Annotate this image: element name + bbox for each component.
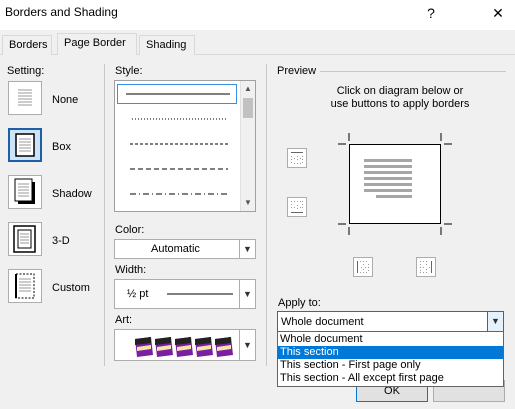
width-combo[interactable]: ½ pt ▼ [114, 279, 256, 309]
preview-instruction-1: Click on diagram below or [336, 85, 464, 97]
style-dash-dot-line [130, 193, 228, 195]
setting-custom-icon [15, 273, 35, 299]
style-dashed-small-line [130, 143, 228, 145]
chevron-down-icon[interactable]: ▼ [487, 312, 503, 331]
setting-none-label: None [52, 94, 79, 106]
width-label: Width: [115, 264, 147, 276]
tab-borders[interactable]: Borders [2, 35, 52, 55]
scroll-thumb[interactable] [243, 98, 253, 118]
setting-shadow-button[interactable] [8, 175, 42, 209]
apply-to-label: Apply to: [278, 297, 321, 309]
cake-slice-icon [135, 337, 233, 357]
style-solid-line [126, 93, 230, 95]
setting-3d-icon [13, 225, 36, 253]
preview-label: Preview [277, 65, 317, 77]
top-border-icon [291, 152, 303, 164]
preview-text-lines [364, 159, 412, 198]
scroll-down-arrow-icon[interactable]: ▼ [241, 195, 255, 210]
setting-3d-button[interactable] [8, 222, 42, 256]
style-item-dotted[interactable] [118, 111, 236, 127]
setting-shadow-label: Shadow [52, 188, 92, 200]
top-border-button[interactable] [287, 148, 307, 168]
setting-divider [104, 64, 105, 366]
tab-shading[interactable]: Shading [139, 35, 195, 55]
left-border-icon [357, 261, 369, 273]
setting-box-icon [15, 133, 35, 157]
setting-custom-label: Custom [52, 282, 90, 294]
apply-to-option[interactable]: This section - All except first page [278, 372, 503, 385]
color-value: Automatic [151, 243, 200, 255]
setting-3d-label: 3-D [52, 235, 70, 247]
setting-label: Setting: [7, 65, 45, 77]
setting-none-button[interactable] [8, 81, 42, 115]
tab-page-border-label: Page Border [64, 37, 126, 49]
tab-borders-label: Borders [9, 39, 48, 51]
dialog-title: Borders and Shading [5, 5, 118, 19]
bottom-border-button[interactable] [287, 197, 307, 217]
close-button[interactable]: ✕ [487, 2, 509, 24]
art-combo[interactable]: ▼ [114, 329, 256, 361]
preview-group-line [320, 71, 506, 72]
tab-shading-label: Shading [146, 39, 187, 51]
apply-to-value: Whole document [281, 316, 364, 328]
style-item-dashed-small[interactable] [118, 136, 236, 152]
color-label: Color: [115, 224, 145, 236]
apply-to-option[interactable]: This section - First page only [278, 359, 503, 372]
help-button[interactable]: ? [420, 2, 442, 24]
apply-to-combo[interactable]: Whole document ▼ [277, 311, 504, 332]
width-value: ½ pt [127, 288, 149, 300]
preview-diagram[interactable] [349, 144, 441, 224]
style-item-dashed[interactable] [118, 161, 236, 177]
setting-none-icon [18, 89, 32, 106]
style-dotted-line [132, 118, 228, 120]
apply-to-option[interactable]: Whole document [278, 333, 503, 346]
left-border-button[interactable] [353, 257, 373, 277]
chevron-down-icon[interactable]: ▼ [239, 330, 255, 360]
chevron-down-icon[interactable]: ▼ [239, 280, 255, 308]
setting-custom-button[interactable] [8, 269, 42, 303]
color-combo[interactable]: Automatic ▼ [114, 239, 256, 259]
style-divider [266, 64, 267, 366]
bottom-border-icon [291, 201, 303, 213]
right-border-button[interactable] [416, 257, 436, 277]
chevron-down-icon[interactable]: ▼ [239, 240, 255, 258]
width-line-sample [167, 293, 233, 295]
preview-instruction-2: use buttons to apply borders [330, 98, 470, 110]
art-label: Art: [115, 314, 133, 326]
style-dashed-line [130, 168, 228, 170]
right-border-icon [420, 261, 432, 273]
scroll-up-arrow-icon[interactable]: ▲ [241, 81, 255, 96]
setting-box-button[interactable] [8, 128, 42, 162]
style-label: Style: [115, 65, 143, 77]
tab-page-border[interactable]: Page Border [57, 33, 137, 55]
setting-shadow-icon [14, 178, 35, 204]
setting-box-label: Box [52, 141, 71, 153]
style-item-selected[interactable] [117, 84, 237, 104]
style-item-dash-dot[interactable] [118, 186, 236, 202]
apply-to-option-highlighted[interactable]: This section [278, 346, 503, 359]
style-scrollbar[interactable]: ▲ ▼ [240, 81, 255, 211]
